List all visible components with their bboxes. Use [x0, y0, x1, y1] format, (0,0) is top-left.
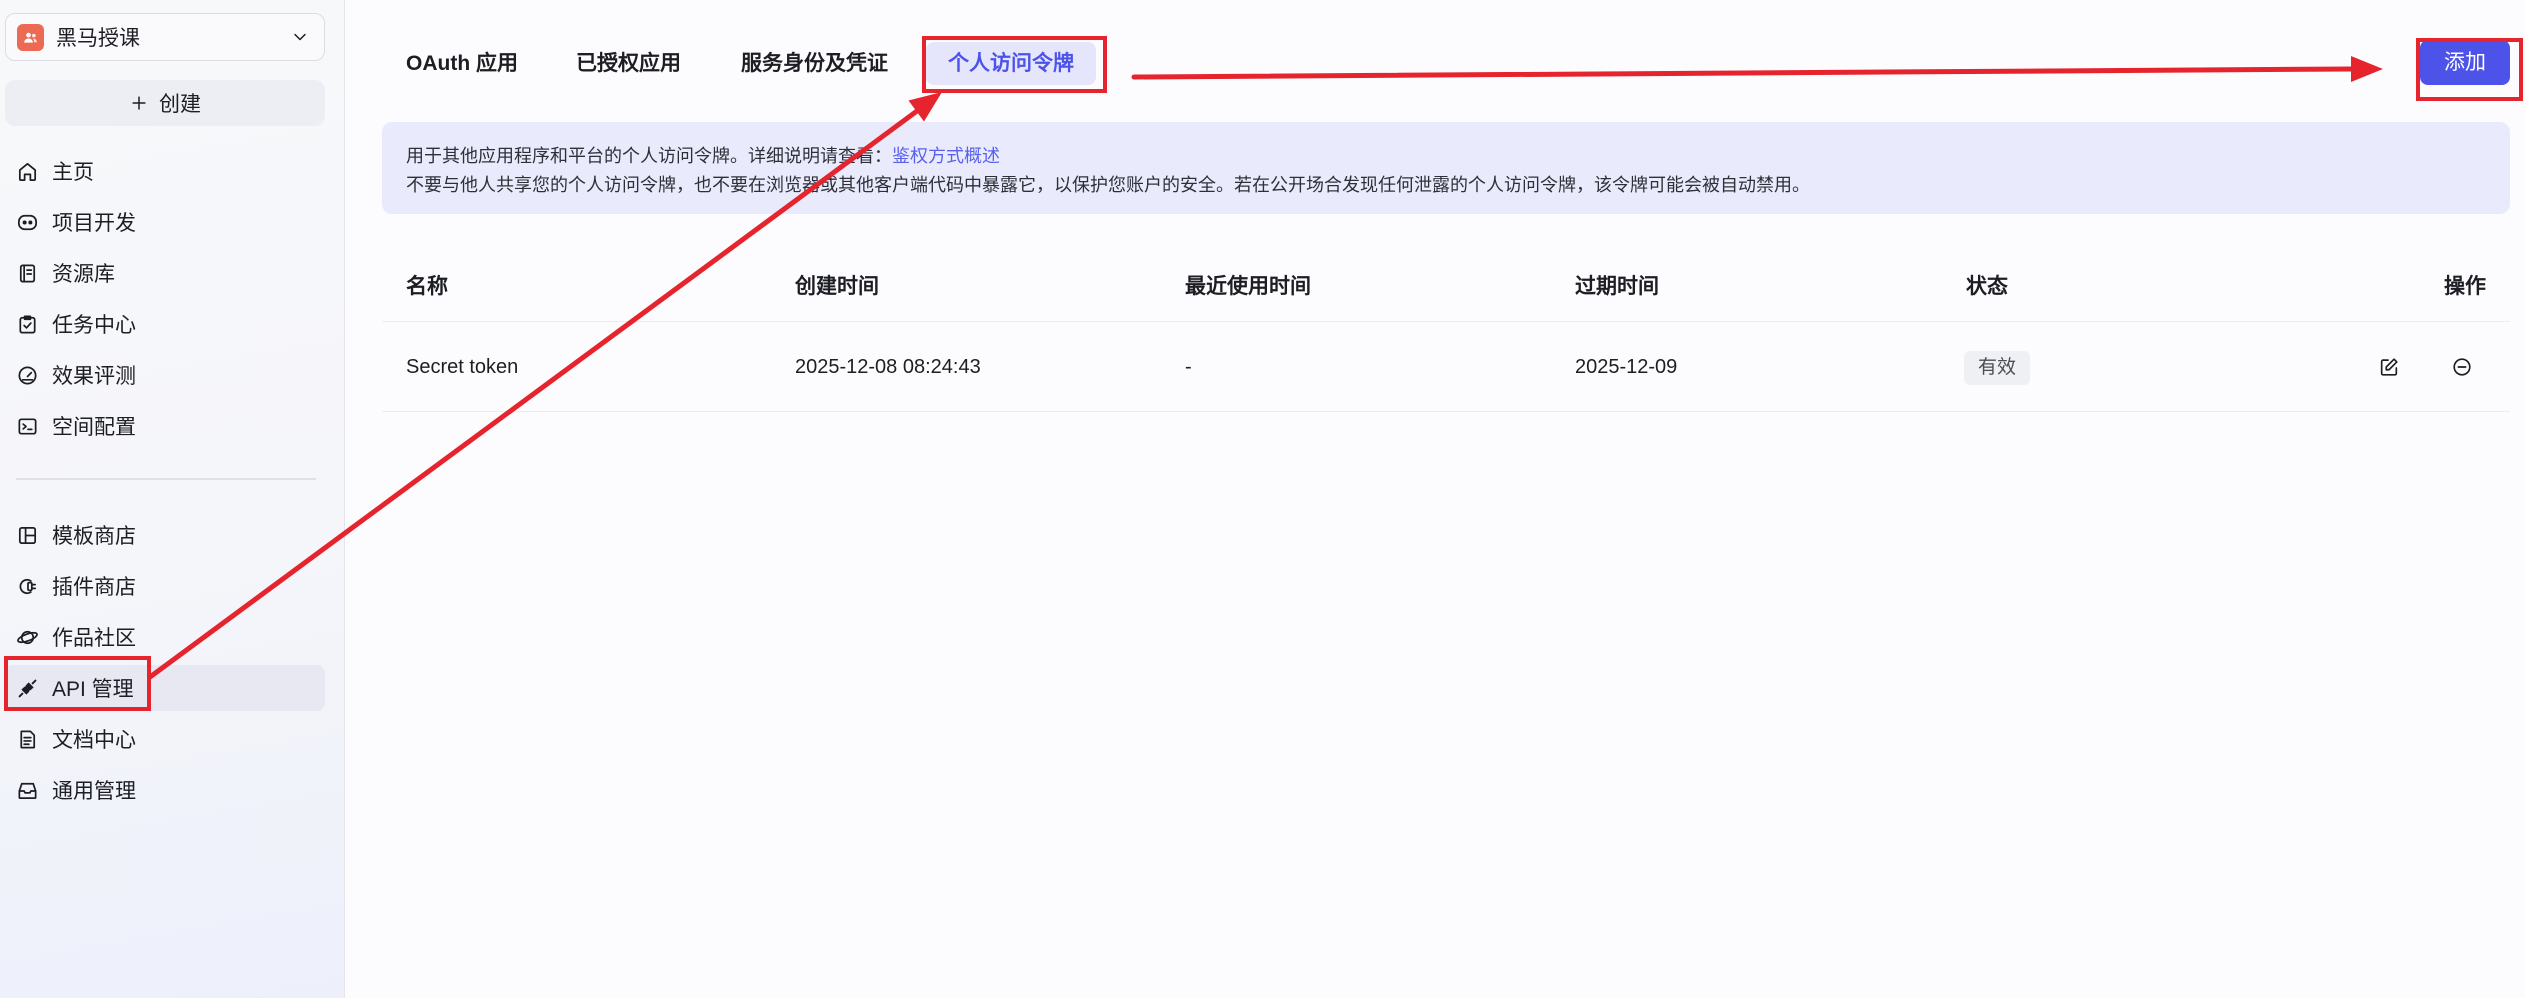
- sidebar-item-general[interactable]: 通用管理: [5, 767, 325, 813]
- plugin-icon: [19, 578, 37, 594]
- notice-banner: 用于其他应用程序和平台的个人访问令牌。详细说明请查看：鉴权方式概述 不要与他人共…: [382, 122, 2510, 214]
- library-icon: [19, 263, 36, 283]
- create-label: 创建: [159, 93, 201, 116]
- delete-token-button[interactable]: [2446, 351, 2478, 383]
- row-actions: [2373, 351, 2478, 383]
- sidebar-item-projects[interactable]: 项目开发: [5, 199, 325, 245]
- sidebar-item-label: API 管理: [52, 678, 134, 701]
- sidebar-item-evaluation[interactable]: 效果评测: [5, 352, 325, 398]
- token-name: Secret token: [406, 356, 519, 378]
- annotation-arrowhead-add: [2351, 56, 2383, 82]
- sidebar-item-label: 任务中心: [52, 314, 136, 337]
- sidebar-item-label: 作品社区: [52, 627, 136, 650]
- tab-service-identity[interactable]: 服务身份及凭证: [719, 42, 910, 85]
- status-badge: 有效: [1964, 351, 2031, 385]
- table-row: Secret token 2025-12-08 08:24:43 - 2025-…: [382, 322, 2510, 412]
- workspace-name: 黑马授课: [56, 27, 140, 50]
- column-header-last-used: 最近使用时间: [1185, 275, 1311, 298]
- create-button[interactable]: 创建: [5, 80, 325, 126]
- notice-intro: 用于其他应用程序和平台的个人访问令牌。详细说明请查看：: [406, 146, 892, 166]
- chevron-down-icon: [294, 33, 306, 41]
- column-header-actions: 操作: [2444, 275, 2486, 298]
- workspace-selector[interactable]: 黑马授课: [5, 13, 325, 61]
- sidebar-item-label: 资源库: [52, 263, 115, 286]
- auth-docs-link[interactable]: 鉴权方式概述: [892, 146, 1000, 166]
- remove-icon: [2453, 358, 2471, 376]
- sidebar-item-label: 通用管理: [52, 780, 136, 803]
- sidebar-item-label: 项目开发: [52, 212, 136, 235]
- column-header-expires: 过期时间: [1575, 275, 1659, 298]
- sidebar-item-space-settings[interactable]: 空间配置: [5, 403, 325, 449]
- tray-icon: [18, 782, 37, 799]
- bot-icon: [18, 214, 37, 230]
- api-icon: [18, 679, 37, 697]
- token-expiry-time: 2025-12-09: [1575, 356, 1678, 378]
- sidebar-item-community[interactable]: 作品社区: [5, 614, 325, 660]
- document-icon: [20, 729, 36, 749]
- token-last-used-time: -: [1185, 356, 1192, 378]
- sidebar-item-tasks[interactable]: 任务中心: [5, 301, 325, 347]
- gauge-icon: [18, 365, 37, 385]
- sidebar-item-label: 模板商店: [52, 525, 136, 548]
- task-icon: [19, 314, 36, 334]
- notice-warning: 不要与他人共享您的个人访问令牌，也不要在浏览器或其他客户端代码中暴露它，以保护您…: [406, 175, 1810, 195]
- token-created-time: 2025-12-08 08:24:43: [795, 356, 981, 378]
- sidebar-item-library[interactable]: 资源库: [5, 250, 325, 296]
- column-header-status: 状态: [1966, 275, 2008, 298]
- sidebar-item-home[interactable]: 主页: [5, 148, 325, 194]
- tab-authorized-apps[interactable]: 已授权应用: [554, 42, 703, 85]
- edit-icon: [2380, 358, 2398, 376]
- table-header: 名称 创建时间 最近使用时间 过期时间 状态 操作: [382, 252, 2510, 322]
- sidebar-item-label: 文档中心: [52, 729, 136, 752]
- sidebar-divider: [16, 478, 316, 480]
- plus-icon: [132, 96, 146, 110]
- sidebar-item-plugins[interactable]: 插件商店: [5, 563, 325, 609]
- column-header-name: 名称: [406, 275, 448, 298]
- add-token-button[interactable]: 添加: [2420, 40, 2510, 85]
- tab-oauth-apps[interactable]: OAuth 应用: [384, 42, 540, 85]
- annotation-arrow-to-add: [1131, 66, 2355, 80]
- notice-intro-line: 用于其他应用程序和平台的个人访问令牌。详细说明请查看：鉴权方式概述: [406, 142, 2486, 171]
- sidebar-item-api[interactable]: API 管理: [5, 665, 325, 711]
- home-icon: [18, 162, 37, 181]
- annotation-arrowhead-tab: [908, 92, 942, 122]
- token-table: 名称 创建时间 最近使用时间 过期时间 状态 操作 Secret token 2…: [382, 252, 2510, 412]
- sidebar-item-docs[interactable]: 文档中心: [5, 716, 325, 762]
- terminal-icon: [18, 417, 37, 435]
- sidebar-item-label: 主页: [52, 161, 94, 184]
- team-icon: [17, 23, 44, 51]
- sidebar: 黑马授课 创建 主页 项目开发 资源库 任务中心 效果评测 空间配置 模板商店 …: [0, 0, 345, 998]
- template-icon: [18, 526, 37, 544]
- sidebar-item-label: 空间配置: [52, 416, 136, 439]
- planet-icon: [17, 630, 38, 644]
- sidebar-item-label: 插件商店: [52, 576, 136, 599]
- sidebar-item-label: 效果评测: [52, 365, 136, 388]
- sidebar-item-templates[interactable]: 模板商店: [5, 512, 325, 558]
- edit-token-button[interactable]: [2373, 351, 2405, 383]
- tab-personal-access-tokens[interactable]: 个人访问令牌: [926, 42, 1096, 85]
- column-header-created: 创建时间: [795, 275, 879, 298]
